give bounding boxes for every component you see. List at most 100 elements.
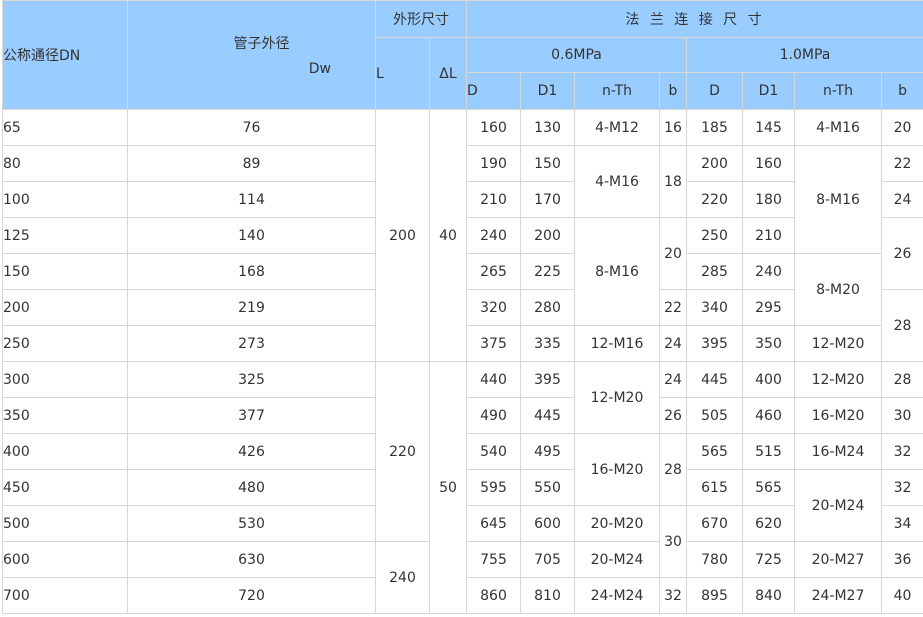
cell-b-06: 20: [659, 217, 687, 290]
cell-b-10: 24: [880, 181, 923, 218]
cell-d-06: 210: [466, 181, 521, 218]
cell-d1-10: 460: [742, 397, 795, 434]
cell-d1-06: 335: [520, 325, 575, 362]
cell-dw: 273: [127, 325, 376, 362]
cell-nth-06: 8-M16: [574, 217, 660, 326]
cell-dn: 200: [2, 289, 128, 326]
flange-spec-table: 公称通径DN 管子外径 Dw 外形尺寸 法 兰 连 接 尺 寸 L ΔL 0.6…: [2, 0, 923, 614]
cell-nth-10: 24-M27: [794, 577, 882, 614]
cell-d1-10: 145: [742, 109, 795, 146]
cell-nth-10: 20-M24: [794, 469, 882, 542]
cell-L: 240: [375, 541, 430, 614]
header-nth-06: n-Th: [574, 72, 660, 110]
cell-nth-10: 8-M20: [794, 253, 882, 326]
cell-dn: 700: [2, 577, 128, 614]
cell-d-06: 645: [466, 505, 521, 542]
cell-dw: 140: [127, 217, 376, 254]
cell-dw: 219: [127, 289, 376, 326]
cell-b-06: 16: [659, 109, 687, 146]
cell-b-06: 18: [659, 145, 687, 218]
header-pipe-od-label: 管子外径: [233, 36, 290, 52]
cell-dn: 100: [2, 181, 128, 218]
cell-dn: 450: [2, 469, 128, 506]
header-flange: 法 兰 连 接 尺 寸: [465, 0, 923, 38]
header-D1-06: D1: [520, 72, 575, 110]
cell-d1-10: 240: [742, 253, 795, 290]
cell-d1-10: 295: [742, 289, 795, 326]
cell-b-10: 20: [880, 109, 923, 146]
cell-d1-10: 620: [742, 505, 795, 542]
cell-nth-06: 24-M24: [574, 577, 660, 614]
cell-d-10: 780: [686, 541, 743, 578]
cell-b-06: 30: [659, 505, 687, 578]
header-dn: 公称通径DN: [2, 0, 128, 110]
cell-d-10: 505: [686, 397, 743, 434]
cell-d1-10: 160: [742, 145, 795, 182]
cell-L: 200: [375, 109, 430, 362]
cell-nth-06: 4-M16: [574, 145, 660, 218]
cell-nth-10: 12-M20: [794, 361, 882, 398]
cell-d1-10: 180: [742, 181, 795, 218]
cell-b-10: 28: [880, 289, 923, 362]
table-row: 65 76 200 40 160 130 4-M12 16 185 145 4-…: [2, 109, 923, 362]
cell-b-10: 32: [880, 469, 923, 506]
cell-b-06: 24: [659, 325, 687, 362]
cell-b-06: 32: [659, 577, 687, 614]
cell-d1-06: 280: [520, 289, 575, 326]
cell-nth-06: 20-M24: [574, 541, 660, 578]
cell-dw: 76: [127, 109, 376, 146]
cell-d-06: 160: [466, 109, 521, 146]
cell-d1-06: 600: [520, 505, 575, 542]
cell-d-10: 615: [686, 469, 743, 506]
cell-b-06: 28: [659, 433, 687, 506]
cell-d-06: 860: [466, 577, 521, 614]
cell-b-10: 32: [880, 433, 923, 470]
cell-nth-06: 16-M20: [574, 433, 660, 506]
cell-nth-10: 16-M20: [794, 397, 882, 434]
cell-nth-10: 8-M16: [794, 145, 882, 254]
cell-d-10: 565: [686, 433, 743, 470]
cell-d-10: 250: [686, 217, 743, 254]
cell-d1-10: 400: [742, 361, 795, 398]
cell-dn: 400: [2, 433, 128, 470]
header-D1-10: D1: [742, 72, 795, 110]
cell-nth-10: 12-M20: [794, 325, 882, 362]
cell-d-06: 755: [466, 541, 521, 578]
header-b-10: b: [880, 72, 923, 110]
cell-dn: 80: [2, 145, 128, 182]
cell-d1-06: 445: [520, 397, 575, 434]
cell-d1-06: 150: [520, 145, 575, 182]
cell-d-06: 595: [466, 469, 521, 506]
cell-b-06: 26: [659, 397, 687, 434]
cell-nth-06: 20-M20: [574, 505, 660, 542]
cell-dw: 168: [127, 253, 376, 290]
cell-d1-06: 705: [520, 541, 575, 578]
cell-b-06: 22: [659, 289, 687, 326]
cell-d1-10: 210: [742, 217, 795, 254]
cell-dn: 250: [2, 325, 128, 362]
cell-d1-06: 810: [520, 577, 575, 614]
header-row-1: 公称通径DN 管子外径 Dw 外形尺寸 法 兰 连 接 尺 寸: [2, 0, 923, 110]
cell-d-06: 540: [466, 433, 521, 470]
cell-d-10: 395: [686, 325, 743, 362]
cell-d-06: 490: [466, 397, 521, 434]
header-D-06: D: [466, 72, 521, 110]
cell-d-06: 240: [466, 217, 521, 254]
cell-d-10: 445: [686, 361, 743, 398]
cell-dn: 500: [2, 505, 128, 542]
cell-d1-06: 200: [520, 217, 575, 254]
cell-dw: 89: [127, 145, 376, 182]
cell-b-10: 28: [880, 361, 923, 398]
cell-dw: 480: [127, 469, 376, 506]
cell-d1-06: 395: [520, 361, 575, 398]
cell-d-10: 285: [686, 253, 743, 290]
header-pressure-10: 1.0MPa: [685, 37, 923, 73]
cell-dw: 630: [127, 541, 376, 578]
cell-b-10: 26: [880, 217, 923, 290]
cell-d1-06: 495: [520, 433, 575, 470]
header-dw: Dw: [308, 61, 331, 77]
header-outline: 外形尺寸: [375, 0, 467, 38]
cell-d-06: 265: [466, 253, 521, 290]
cell-d-10: 895: [686, 577, 743, 614]
header-b-06: b: [659, 72, 687, 110]
